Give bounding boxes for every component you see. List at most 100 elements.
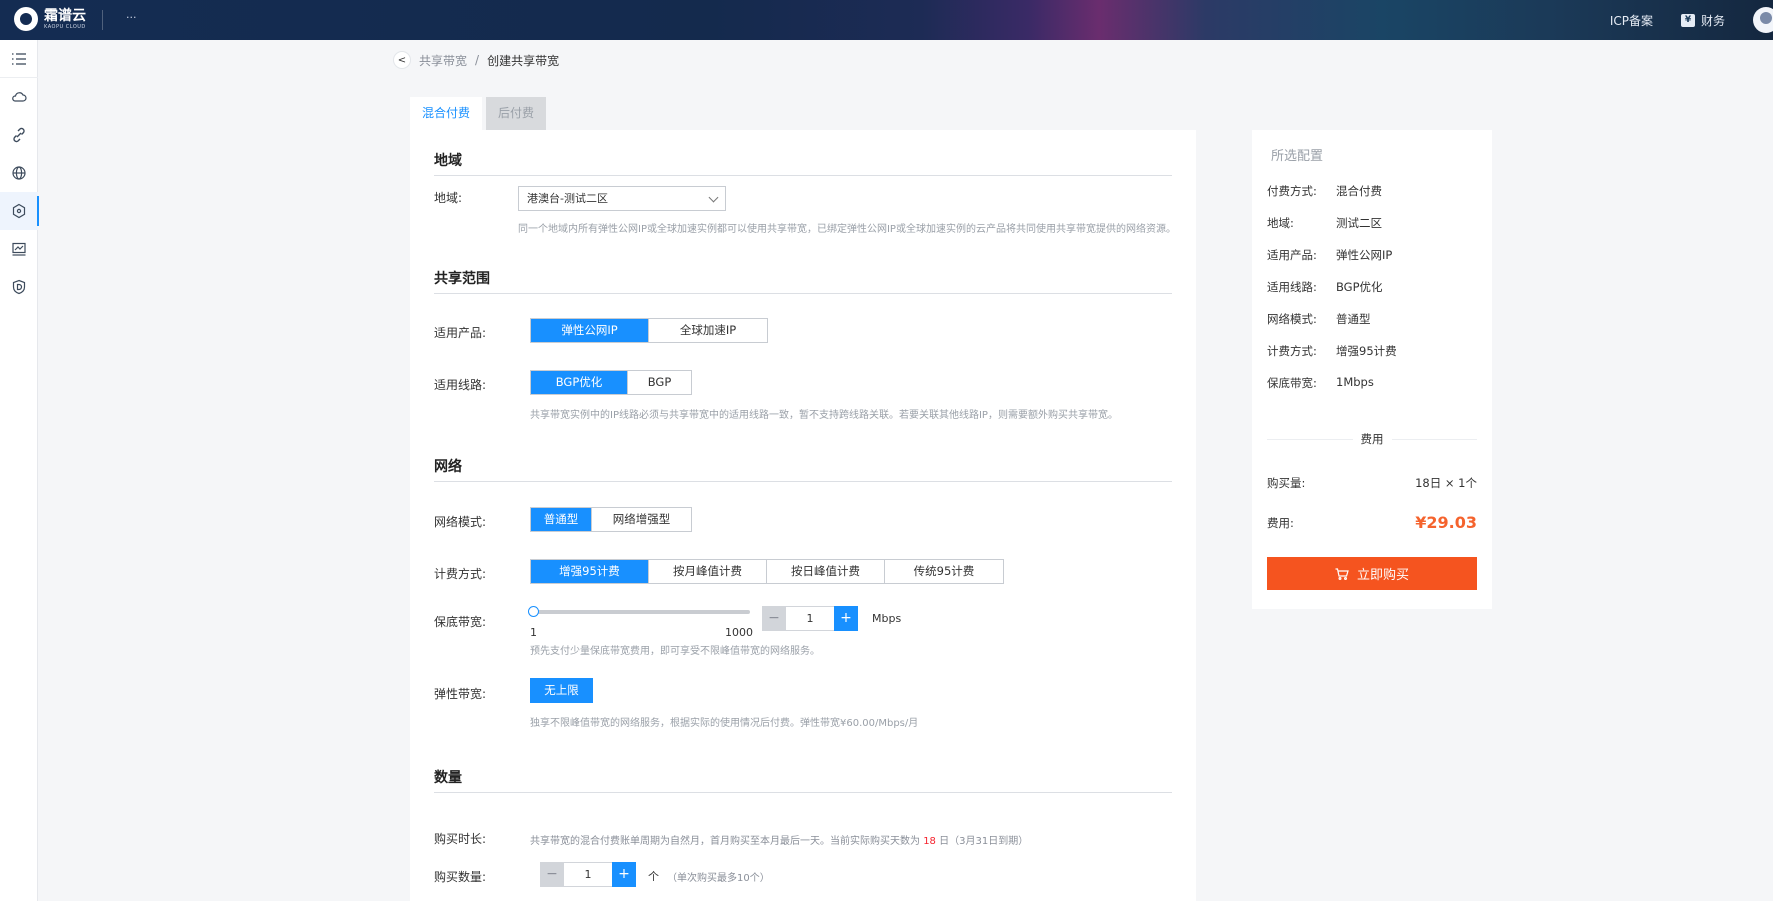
count-label: 购买数量: (434, 870, 487, 884)
mode-option-standard[interactable]: 普通型 (531, 508, 592, 531)
summary-key: 保底带宽: (1267, 376, 1317, 390)
summary-row: 付费方式: 混合付费 (1267, 183, 1382, 199)
slider-handle[interactable] (528, 606, 539, 617)
summary-key: 适用线路: (1267, 280, 1317, 294)
cart-icon (1335, 567, 1349, 580)
elastic-hint: 独享不限峰值带宽的网络服务，根据实际的使用情况后付费。弹性带宽¥60.00/Mb… (530, 718, 919, 729)
chevron-down-icon (708, 192, 719, 203)
breadcrumb-parent-link[interactable]: 共享带宽 (419, 52, 467, 69)
finance-link[interactable]: ¥ 财务 (1680, 12, 1725, 29)
billing-option-monthly-peak[interactable]: 按月峰值计费 (649, 560, 767, 583)
brand-logo[interactable]: 霜谱云 KAOPU CLOUD (14, 7, 86, 31)
region-select[interactable]: 港澳台-测试二区 (518, 186, 726, 211)
line-option-bgp[interactable]: BGP (628, 371, 691, 394)
guarantee-stepper: − 1 + (762, 606, 858, 631)
sidebar-item-cloud[interactable] (0, 78, 38, 116)
tab-postpaid[interactable]: 后付费 (486, 97, 547, 130)
quantity-row: 购买量: 18日 × 1个 (1267, 475, 1477, 491)
cloud-icon (12, 92, 27, 102)
fee-row: 费用: ¥29.03 (1267, 513, 1477, 532)
sidebar-item-monitor[interactable] (0, 230, 38, 268)
summary-key: 适用产品: (1267, 248, 1317, 262)
order-summary-panel: 所选配置 付费方式: 混合付费 地域: 测试二区 适用产品: 弹性公网IP 适用线路:… (1252, 130, 1492, 609)
logo-name: 霜谱云 (44, 7, 86, 24)
buy-now-label: 立即购买 (1356, 568, 1409, 583)
count-increment-button[interactable]: + (612, 862, 636, 887)
mode-option-enhanced[interactable]: 网络增强型 (592, 508, 691, 531)
globe-icon (12, 166, 26, 180)
link-icon (13, 127, 25, 143)
summary-value: 弹性公网IP (1336, 248, 1393, 262)
breadcrumb-current: 创建共享带宽 (487, 53, 560, 68)
tab-hybrid-billing[interactable]: 混合付费 (410, 97, 483, 130)
duration-label: 购买时长: (434, 832, 487, 846)
product-segmented: 弹性公网IP 全球加速IP (530, 318, 768, 343)
count-stepper: − 1 + (540, 862, 636, 887)
billing-tabs: 混合付费 后付费 (410, 97, 547, 130)
summary-row: 适用产品: 弹性公网IP (1267, 247, 1392, 263)
quantity-value: 18日 × 1个 (1415, 476, 1477, 490)
section-title-region: 地域 (434, 153, 462, 169)
sidebar-item-global[interactable] (0, 154, 38, 192)
slider-max-label: 1000 (725, 626, 753, 639)
summary-value: 1Mbps (1336, 375, 1374, 389)
region-label: 地域: (434, 191, 463, 205)
guarantee-decrement-button[interactable]: − (762, 606, 786, 631)
duration-hint-text: 共享带宽的混合付费账单周期为自然月，首月购买至本月最后一天。当前实际购买天数为 (530, 836, 920, 847)
product-option-global-ip[interactable]: 全球加速IP (649, 319, 767, 342)
billing-option-traditional-95[interactable]: 传统95计费 (885, 560, 1003, 583)
more-icon[interactable]: ··· (126, 11, 137, 24)
fee-label: 费用: (1267, 515, 1294, 530)
sidebar-item-shared-bandwidth[interactable] (0, 192, 39, 230)
count-unit: 个 (648, 870, 659, 883)
region-hint: 同一个地域内所有弹性公网IP或全球加速实例都可以使用共享带宽，已绑定弹性公网IP… (518, 224, 1176, 235)
fee-section-label: 费用 (1352, 432, 1392, 446)
summary-value: BGP优化 (1336, 280, 1383, 294)
user-avatar[interactable] (1753, 7, 1773, 33)
sidebar (0, 40, 39, 901)
count-decrement-button[interactable]: − (540, 862, 564, 887)
buy-now-button[interactable]: 立即购买 (1267, 557, 1477, 590)
fee-amount: ¥29.03 (1415, 513, 1477, 532)
summary-value: 混合付费 (1336, 184, 1382, 198)
guarantee-slider[interactable] (528, 606, 750, 617)
summary-row: 适用线路: BGP优化 (1267, 279, 1383, 295)
shield-icon (12, 279, 26, 295)
icp-link[interactable]: ICP备案 (1610, 12, 1653, 29)
slider-min-label: 1 (530, 626, 537, 639)
sidebar-item-link[interactable] (0, 116, 38, 154)
wallet-icon: ¥ (1680, 13, 1695, 27)
summary-value: 增强95计费 (1336, 344, 1397, 358)
quantity-label: 购买量: (1267, 476, 1306, 490)
guarantee-hint: 预先支付少量保底带宽费用，即可享受不限峰值带宽的网络服务。 (530, 646, 820, 657)
sidebar-menu-toggle[interactable] (0, 40, 38, 78)
back-button[interactable]: < (393, 51, 411, 69)
sidebar-item-security[interactable] (0, 268, 38, 306)
create-form-panel: 地域 地域: 港澳台-测试二区 同一个地域内所有弹性公网IP或全球加速实例都可以… (410, 130, 1196, 901)
summary-key: 计费方式: (1267, 344, 1317, 358)
elastic-label: 弹性带宽: (434, 687, 487, 701)
summary-title: 所选配置 (1271, 149, 1324, 164)
summary-row: 保底带宽: 1Mbps (1267, 375, 1374, 391)
guarantee-label: 保底带宽: (434, 615, 487, 629)
elastic-unlimited-button[interactable]: 无上限 (530, 678, 593, 703)
product-label: 适用产品: (434, 326, 487, 340)
summary-key: 地域: (1267, 216, 1294, 230)
billing-option-daily-peak[interactable]: 按日峰值计费 (767, 560, 885, 583)
billing-label: 计费方式: (434, 567, 487, 581)
summary-row: 计费方式: 增强95计费 (1267, 343, 1397, 359)
guarantee-unit: Mbps (872, 612, 902, 625)
duration-days: 18 (923, 836, 936, 847)
product-option-eip[interactable]: 弹性公网IP (531, 319, 649, 342)
divider (102, 10, 103, 30)
section-divider (434, 293, 1172, 294)
billing-option-enhanced-95[interactable]: 增强95计费 (531, 560, 649, 583)
guarantee-increment-button[interactable]: + (834, 606, 858, 631)
summary-row: 网络模式: 普通型 (1267, 311, 1371, 327)
count-input[interactable]: 1 (564, 862, 612, 887)
line-label: 适用线路: (434, 378, 487, 392)
section-title-quantity: 数量 (434, 770, 462, 786)
guarantee-input[interactable]: 1 (786, 606, 834, 631)
network-icon (12, 203, 26, 219)
line-option-bgp-optimized[interactable]: BGP优化 (531, 371, 628, 394)
